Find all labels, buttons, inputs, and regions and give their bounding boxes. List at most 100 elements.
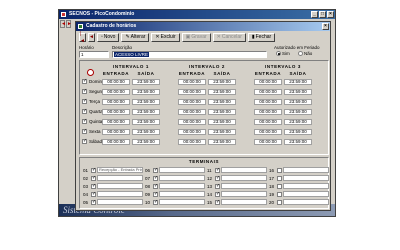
saida-time-field[interactable]: 23:59:00 — [132, 139, 160, 145]
terminal-checkbox[interactable] — [91, 183, 96, 189]
terminal-name-field[interactable] — [283, 167, 329, 173]
terminal-09[interactable]: 09 — [145, 191, 205, 197]
entrada-time-field[interactable]: 00:00:00 — [102, 139, 130, 145]
entrada-time-field[interactable]: 00:00:00 — [102, 79, 130, 85]
terminal-name-field[interactable] — [283, 191, 329, 197]
entrada-time-field[interactable]: 00:00:00 — [254, 129, 282, 135]
terminal-05[interactable]: 05 — [83, 199, 143, 205]
entrada-time-field[interactable]: 00:00:00 — [102, 129, 130, 135]
terminal-name-field[interactable] — [159, 183, 205, 189]
terminal-08[interactable]: 08 — [145, 183, 205, 189]
terminal-name-field[interactable] — [97, 199, 143, 205]
terminal-name-field[interactable] — [283, 199, 329, 205]
terminal-checkbox[interactable] — [153, 175, 158, 181]
terminal-03[interactable]: 03 — [83, 183, 143, 189]
entrada-time-field[interactable]: 00:00:00 — [254, 79, 282, 85]
tool-icon[interactable]: ◄ — [60, 20, 66, 28]
day-quinta[interactable]: Quinta — [82, 118, 102, 124]
day-quarta[interactable]: Quarta — [82, 108, 103, 114]
saida-time-field[interactable]: 23:59:00 — [132, 99, 160, 105]
saida-time-field[interactable]: 23:59:00 — [284, 109, 312, 115]
terminal-13[interactable]: 13 — [207, 183, 267, 189]
terminal-name-field[interactable] — [97, 191, 143, 197]
terminal-name-field[interactable] — [221, 183, 267, 189]
day-terça[interactable]: Terça — [82, 98, 100, 104]
day-checkbox[interactable] — [82, 118, 87, 124]
terminal-checkbox[interactable] — [153, 191, 158, 197]
saida-time-field[interactable]: 23:59:00 — [208, 89, 236, 95]
entrada-time-field[interactable]: 00:00:00 — [254, 139, 282, 145]
saida-time-field[interactable]: 23:59:00 — [132, 79, 160, 85]
saida-time-field[interactable]: 23:59:00 — [284, 129, 312, 135]
day-checkbox[interactable] — [82, 98, 87, 104]
terminal-checkbox[interactable] — [153, 199, 158, 205]
terminal-06[interactable]: 06 — [145, 167, 205, 173]
terminal-name-field[interactable] — [159, 175, 205, 181]
terminal-checkbox[interactable] — [277, 175, 282, 181]
day-sexta[interactable]: Sexta — [82, 128, 101, 134]
entrada-time-field[interactable]: 00:00:00 — [178, 79, 206, 85]
minimize-button[interactable]: _ — [311, 11, 318, 18]
feriado-nao-radio[interactable]: Não — [298, 51, 312, 56]
saida-time-field[interactable]: 23:59:00 — [284, 119, 312, 125]
horario-field[interactable]: 1 — [79, 51, 109, 58]
terminal-14[interactable]: 14 — [207, 191, 267, 197]
terminal-checkbox[interactable] — [91, 175, 96, 181]
saida-time-field[interactable]: 23:59:00 — [132, 109, 160, 115]
saida-time-field[interactable]: 23:59:00 — [132, 129, 160, 135]
saida-time-field[interactable]: 23:59:00 — [208, 119, 236, 125]
saida-time-field[interactable]: 23:59:00 — [284, 79, 312, 85]
terminal-checkbox[interactable] — [91, 199, 96, 205]
maximize-button[interactable]: □ — [319, 11, 326, 18]
app-close-button[interactable]: × — [327, 11, 334, 18]
entrada-time-field[interactable]: 00:00:00 — [178, 99, 206, 105]
excluir-button[interactable]: ✕ Excluir — [151, 33, 180, 42]
terminal-checkbox[interactable] — [215, 175, 220, 181]
dialog-title-bar[interactable]: Cadastro de horários × — [76, 22, 330, 31]
terminal-name-field[interactable] — [283, 183, 329, 189]
entrada-time-field[interactable]: 00:00:00 — [102, 99, 130, 105]
terminal-11[interactable]: 11 — [207, 167, 267, 173]
terminal-name-field[interactable] — [159, 199, 205, 205]
entrada-time-field[interactable]: 00:00:00 — [102, 89, 130, 95]
terminal-10[interactable]: 10 — [145, 199, 205, 205]
nav-button[interactable]: |◄ — [79, 31, 86, 44]
terminal-checkbox[interactable] — [153, 183, 158, 189]
novo-button[interactable]: ▫ Novo — [97, 33, 120, 42]
terminal-name-field[interactable] — [159, 167, 205, 173]
tool-icon[interactable]: ► — [66, 20, 72, 28]
entrada-time-field[interactable]: 00:00:00 — [254, 99, 282, 105]
entrada-time-field[interactable]: 00:00:00 — [178, 129, 206, 135]
terminal-12[interactable]: 12 — [207, 175, 267, 181]
day-checkbox[interactable] — [82, 108, 87, 114]
saida-time-field[interactable]: 23:59:00 — [284, 99, 312, 105]
terminal-01[interactable]: 01 Recepção - Entrada Princ — [83, 167, 143, 173]
terminal-checkbox[interactable] — [215, 183, 220, 189]
saida-time-field[interactable]: 23:59:00 — [132, 89, 160, 95]
entrada-time-field[interactable]: 00:00:00 — [254, 119, 282, 125]
entrada-time-field[interactable]: 00:00:00 — [254, 89, 282, 95]
terminal-checkbox[interactable] — [215, 167, 220, 173]
entrada-time-field[interactable]: 00:00:00 — [102, 119, 130, 125]
nav-button[interactable]: ◄ — [88, 33, 95, 42]
terminal-17[interactable]: 17 — [269, 175, 329, 181]
terminal-checkbox[interactable] — [215, 199, 220, 205]
entrada-time-field[interactable]: 00:00:00 — [178, 119, 206, 125]
descricao-field[interactable]: ACESSO LIVRE — [112, 51, 267, 58]
day-checkbox[interactable] — [82, 128, 87, 134]
saida-time-field[interactable]: 23:59:00 — [208, 109, 236, 115]
terminal-checkbox[interactable] — [153, 167, 158, 173]
terminal-name-field[interactable]: Recepção - Entrada Princ — [97, 167, 143, 173]
entrada-time-field[interactable]: 00:00:00 — [178, 89, 206, 95]
feriado-sim-radio[interactable]: Sim — [276, 51, 290, 56]
terminal-checkbox[interactable] — [215, 191, 220, 197]
terminal-19[interactable]: 19 — [269, 191, 329, 197]
terminal-name-field[interactable] — [283, 175, 329, 181]
terminal-name-field[interactable] — [221, 199, 267, 205]
saida-time-field[interactable]: 23:59:00 — [284, 89, 312, 95]
entrada-time-field[interactable]: 00:00:00 — [178, 109, 206, 115]
terminal-name-field[interactable] — [221, 175, 267, 181]
terminal-name-field[interactable] — [159, 191, 205, 197]
terminal-07[interactable]: 07 — [145, 175, 205, 181]
saida-time-field[interactable]: 23:59:00 — [284, 139, 312, 145]
